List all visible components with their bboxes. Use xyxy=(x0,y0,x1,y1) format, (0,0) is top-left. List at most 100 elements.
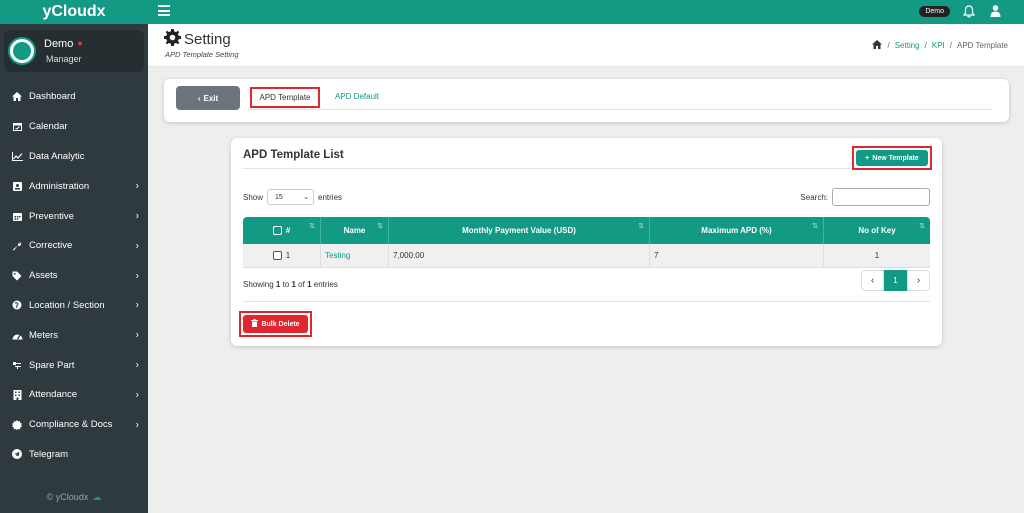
chevron-right-icon: › xyxy=(135,389,139,401)
sidebar-item-label: Spare Part xyxy=(29,359,75,371)
chevron-right-icon: › xyxy=(135,240,139,252)
search-input[interactable] xyxy=(832,188,930,206)
column-header-number[interactable]: # ⇅ xyxy=(243,217,321,244)
sidebar-item-dashboard[interactable]: Dashboard xyxy=(0,82,148,112)
new-template-highlight: + New Template xyxy=(852,146,932,170)
cell-name: Testing xyxy=(321,244,389,267)
template-name-link[interactable]: Testing xyxy=(325,251,350,260)
tab-divider xyxy=(250,109,993,110)
sidebar-footer: © yCloudx ☁ xyxy=(0,492,148,503)
select-all-checkbox[interactable] xyxy=(272,226,282,235)
user-name: Demo ● xyxy=(44,38,83,50)
gear-icon xyxy=(164,29,181,50)
home-icon[interactable] xyxy=(872,40,883,51)
wrench-icon xyxy=(11,241,23,251)
demo-badge[interactable]: Demo xyxy=(919,5,950,17)
user-name-text: Demo xyxy=(44,38,74,50)
chevron-right-icon: › xyxy=(135,329,139,341)
column-header-label: Monthly Payment Value (USD) xyxy=(462,226,576,235)
sidebar-item-label: Administration xyxy=(29,180,90,192)
user-icon[interactable] xyxy=(988,4,1002,18)
brand-logo[interactable]: yCloudx xyxy=(0,0,148,24)
search-box: Search: xyxy=(800,188,930,206)
breadcrumb-kpi[interactable]: KPI xyxy=(932,41,945,50)
bell-icon[interactable] xyxy=(962,4,976,18)
chevron-left-icon: ‹ xyxy=(197,93,201,103)
page-title-text: Setting xyxy=(184,31,231,48)
tab-apd-template[interactable]: APD Template xyxy=(250,87,320,108)
cloud-icon: ☁ xyxy=(92,492,102,502)
show-entries: Show 15 ⌄ entries xyxy=(243,189,342,205)
sort-icon: ⇅ xyxy=(377,223,383,230)
breadcrumb-separator: / xyxy=(949,41,952,50)
sidebar-item-spare-part[interactable]: Spare Part › xyxy=(0,350,148,380)
chevron-right-icon: › xyxy=(135,299,139,311)
page-subtitle: APD Template Setting xyxy=(165,50,239,59)
column-header-maximum-apd[interactable]: Maximum APD (%) ⇅ xyxy=(650,217,824,244)
tab-card: ‹ Exit APD Template APD Default xyxy=(164,79,1009,122)
column-header-label: No of Key xyxy=(858,226,896,235)
sidebar-item-label: Dashboard xyxy=(29,91,76,103)
column-header-monthly-payment[interactable]: Monthly Payment Value (USD) ⇅ xyxy=(389,217,650,244)
user-card[interactable]: Demo ● Manager xyxy=(4,30,144,72)
topbar: Demo xyxy=(148,0,1024,24)
sidebar-item-assets[interactable]: Assets › xyxy=(0,261,148,291)
chevron-down-icon: ⌄ xyxy=(303,194,310,201)
sidebar-item-data-analytic[interactable]: Data Analytic xyxy=(0,142,148,172)
topbar-actions: Demo xyxy=(919,4,1002,18)
hamburger-menu-icon[interactable] xyxy=(158,5,170,17)
sidebar-item-meters[interactable]: Meters › xyxy=(0,320,148,350)
exit-button[interactable]: ‹ Exit xyxy=(176,86,240,110)
sort-icon: ⇅ xyxy=(638,223,644,230)
breadcrumb: / Setting / KPI / APD Template xyxy=(872,40,1008,51)
sidebar-item-label: Calendar xyxy=(29,121,68,133)
page-title: Setting xyxy=(164,29,231,50)
column-header-no-of-key[interactable]: No of Key ⇅ xyxy=(824,217,930,244)
tab-apd-default[interactable]: APD Default xyxy=(335,92,379,101)
chevron-right-icon: › xyxy=(135,180,139,192)
globe-icon xyxy=(11,300,23,310)
tag-icon xyxy=(11,271,23,281)
sidebar-item-preventive[interactable]: Preventive › xyxy=(0,201,148,231)
avatar xyxy=(8,37,36,65)
breadcrumb-separator: / xyxy=(924,41,927,50)
table-header: # ⇅ Name ⇅ Monthly Payment Value (USD) ⇅… xyxy=(243,217,930,244)
trash-icon xyxy=(251,319,259,329)
user-role: Manager xyxy=(46,54,82,64)
chart-icon xyxy=(11,151,23,161)
calendar-grid-icon xyxy=(11,211,23,221)
sidebar-menu: Dashboard Calendar Data Analytic Adminis… xyxy=(0,82,148,469)
info-prefix: Showing xyxy=(243,280,276,289)
previous-page-button[interactable]: ‹ xyxy=(861,270,884,291)
entries-select[interactable]: 15 ⌄ xyxy=(267,189,315,205)
telegram-icon xyxy=(11,449,23,460)
column-header-name[interactable]: Name ⇅ xyxy=(321,217,389,244)
footer-text: © yCloudx xyxy=(46,492,89,502)
breadcrumb-current: APD Template xyxy=(957,41,1008,50)
chevron-right-icon: › xyxy=(135,210,139,222)
new-template-button[interactable]: + New Template xyxy=(856,150,928,166)
page-button[interactable]: 1 xyxy=(884,270,907,291)
apd-template-table: # ⇅ Name ⇅ Monthly Payment Value (USD) ⇅… xyxy=(243,217,930,268)
sidebar-item-telegram[interactable]: Telegram xyxy=(0,440,148,470)
row-number: 1 xyxy=(285,251,291,260)
bulk-delete-button[interactable]: Bulk Delete xyxy=(243,315,308,333)
sidebar-item-attendance[interactable]: Attendance › xyxy=(0,380,148,410)
row-checkbox[interactable] xyxy=(272,251,282,260)
sidebar-item-location-section[interactable]: Location / Section › xyxy=(0,291,148,321)
sidebar-item-administration[interactable]: Administration › xyxy=(0,171,148,201)
certificate-icon xyxy=(11,419,23,430)
sidebar-item-label: Meters xyxy=(29,329,59,341)
sidebar-item-compliance-docs[interactable]: Compliance & Docs › xyxy=(0,410,148,440)
cell-number: 1 xyxy=(243,244,321,267)
entries-label: entries xyxy=(318,192,343,202)
sidebar-item-label: Location / Section xyxy=(29,299,105,311)
breadcrumb-setting[interactable]: Setting xyxy=(895,41,920,50)
sidebar-item-corrective[interactable]: Corrective › xyxy=(0,231,148,261)
sidebar-item-calendar[interactable]: Calendar xyxy=(0,112,148,142)
sidebar-item-label: Attendance xyxy=(29,389,78,401)
table-row[interactable]: 1 Testing 7,000.00 7 1 xyxy=(243,244,930,268)
column-header-label: Name xyxy=(343,226,366,235)
sidebar-item-label: Assets xyxy=(29,270,58,282)
next-page-button[interactable]: › xyxy=(907,270,930,291)
